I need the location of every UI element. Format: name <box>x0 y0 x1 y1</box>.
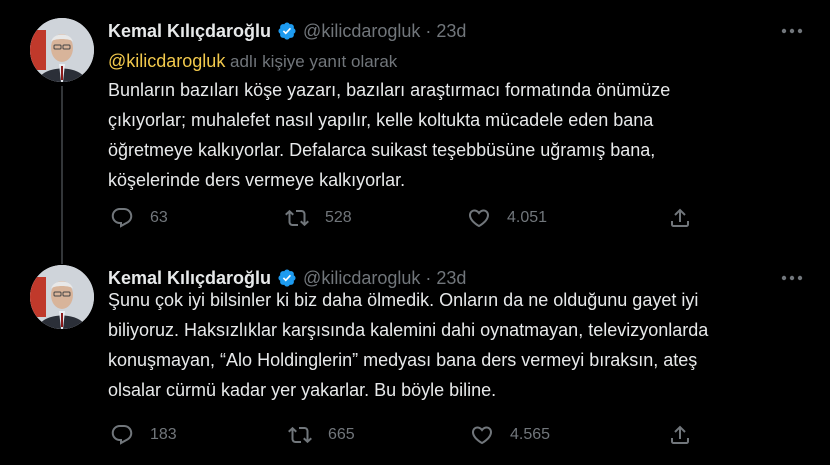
tweet-text: Şunu çok iyi bilsinler ki biz daha ölmed… <box>108 285 808 405</box>
like-icon <box>471 426 493 445</box>
reply-icon <box>111 208 133 228</box>
retweet-count: 528 <box>325 209 352 226</box>
reply-icon <box>111 425 133 445</box>
tweet-text-line: Bunların bazıları köşe yazarı, bazıları … <box>108 80 671 100</box>
like-count: 4.051 <box>507 209 548 226</box>
thread-line <box>61 86 63 264</box>
avatar[interactable] <box>30 18 94 82</box>
like-count: 4.565 <box>510 426 551 443</box>
more-icon[interactable] <box>780 19 804 43</box>
avatar-image <box>30 265 94 329</box>
reply-context: @kilicdarogluk adlı kişiye yanıt olarak <box>108 51 397 72</box>
avatar[interactable] <box>30 265 94 329</box>
author-handle[interactable]: @kilicdarogluk <box>303 21 420 42</box>
retweet-button[interactable]: 665 <box>288 422 355 448</box>
tweet-text-line: köşelerinde ders vermeye kalkıyorlar. <box>108 170 406 190</box>
tweet-text-line: Şunu çok iyi bilsinler ki biz daha ölmed… <box>108 290 699 310</box>
reply-context-text: adlı kişiye yanıt olarak <box>225 52 398 71</box>
like-button[interactable]: 4.565 <box>470 422 550 448</box>
retweet-icon <box>285 209 309 227</box>
tweet-text-line: çıkıyorlar; muhalefet nasıl yapılır, kel… <box>108 110 654 130</box>
avatar-image <box>30 18 94 82</box>
reply-count: 63 <box>150 209 168 226</box>
reply-button[interactable]: 63 <box>110 205 168 231</box>
author-name[interactable]: Kemal Kılıçdaroğlu <box>108 21 271 42</box>
separator-dot: · <box>425 20 432 41</box>
like-icon <box>468 209 490 228</box>
share-icon <box>671 425 689 444</box>
tweet-2[interactable]: Kemal Kılıçdaroğlu @kilicdarogluk · 23d … <box>0 250 830 465</box>
share-icon <box>671 208 689 227</box>
tweet-1[interactable]: Kemal Kılıçdaroğlu @kilicdarogluk · 23d … <box>0 0 830 264</box>
retweet-icon <box>288 426 312 444</box>
reply-button[interactable]: 183 <box>110 422 177 448</box>
reply-count: 183 <box>150 426 177 443</box>
retweet-count: 665 <box>328 426 355 443</box>
tweet-header: Kemal Kılıçdaroğlu @kilicdarogluk · 23d <box>108 19 466 43</box>
like-button[interactable]: 4.051 <box>467 205 547 231</box>
tweet-text: Bunların bazıları köşe yazarı, bazıları … <box>108 75 808 195</box>
tweet-text-line: biliyoruz. Haksızlıklar karşısında kalem… <box>108 320 709 340</box>
share-button[interactable] <box>668 422 692 448</box>
tweet-text-line: olsalar cürmü kadar yer yakarlar. Bu böy… <box>108 380 497 400</box>
retweet-button[interactable]: 528 <box>285 205 352 231</box>
verified-badge-icon <box>278 22 296 40</box>
tweet-text-line: öğretmeye kalkıyorlar. Defalarca suikast… <box>108 140 656 160</box>
share-button[interactable] <box>668 205 692 231</box>
timestamp[interactable]: 23d <box>436 21 466 42</box>
reply-mention-link[interactable]: @kilicdarogluk <box>108 51 225 71</box>
tweet-text-line: konuşmayan, “Alo Holdinglerin” medyası b… <box>108 350 698 370</box>
